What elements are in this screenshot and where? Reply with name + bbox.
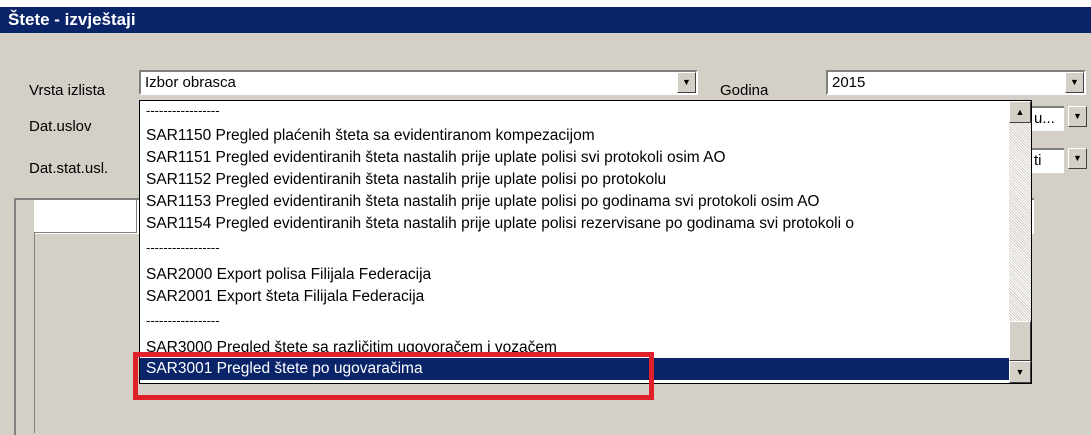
chevron-down-icon[interactable]: ▼ — [1065, 72, 1084, 93]
grid-left-edge — [14, 198, 36, 435]
red-highlight-annotation — [133, 352, 654, 400]
list-item-sar1152[interactable]: SAR1152 Pregled evidentiranih šteta nast… — [146, 169, 1006, 191]
scroll-up-icon[interactable]: ▲ — [1009, 101, 1031, 123]
dat-uslov-label: Dat.uslov — [29, 118, 92, 135]
list-separator: ----------------- — [146, 241, 220, 255]
godina-label: Godina — [720, 82, 769, 99]
list-separator: ----------------- — [146, 104, 220, 118]
vrsta-izlista-label: Vrsta izlista — [29, 82, 106, 99]
dat-stat-usl-dropdown[interactable]: ▼ — [1064, 148, 1087, 173]
grid-column-line — [34, 232, 35, 433]
scroll-down-icon[interactable]: ▼ — [1009, 361, 1031, 383]
dat-stat-usl-label: Dat.stat.usl. — [29, 160, 109, 177]
list-item-sar2000[interactable]: SAR2000 Export polisa Filijala Federacij… — [146, 264, 1006, 286]
grid-corner — [34, 200, 137, 233]
list-item-sar2001[interactable]: SAR2001 Export šteta Filijala Federacija — [146, 286, 1006, 308]
window-title: Štete - izvještaji — [0, 7, 1091, 33]
dat-stat-usl-value: ti — [1034, 152, 1042, 169]
dropdown-scrollbar[interactable]: ▲ ▼ — [1009, 101, 1031, 383]
list-item-sar1150[interactable]: SAR1150 Pregled plaćenih šteta sa eviden… — [146, 125, 1006, 147]
dat-uslov-combo[interactable]: u... — [1032, 106, 1064, 131]
scrollbar-thumb[interactable] — [1009, 321, 1031, 361]
top-strip — [0, 0, 1091, 7]
chevron-down-icon[interactable]: ▼ — [1068, 106, 1087, 127]
list-item-sar1153[interactable]: SAR1153 Pregled evidentiranih šteta nast… — [146, 191, 1006, 213]
vrsta-izlista-combo[interactable]: Izbor obrasca ▼ — [139, 70, 698, 95]
vrsta-izlista-value: Izbor obrasca — [145, 74, 236, 91]
dat-stat-usl-combo[interactable]: ti — [1032, 148, 1064, 173]
chevron-down-icon[interactable]: ▼ — [1068, 148, 1087, 169]
list-separator: ----------------- — [146, 314, 220, 328]
chevron-down-icon[interactable]: ▼ — [677, 72, 696, 93]
list-item-sar1151[interactable]: SAR1151 Pregled evidentiranih šteta nast… — [146, 147, 1006, 169]
report-dropdown-list[interactable]: ----------------- SAR1150 Pregled plaćen… — [139, 100, 1032, 384]
list-item-sar1154[interactable]: SAR1154 Pregled evidentiranih šteta nast… — [146, 213, 1006, 235]
godina-combo[interactable]: 2015 ▼ — [826, 70, 1086, 95]
dat-uslov-value: u... — [1034, 110, 1055, 127]
godina-value: 2015 — [832, 74, 866, 91]
dat-uslov-dropdown[interactable]: ▼ — [1064, 106, 1087, 131]
